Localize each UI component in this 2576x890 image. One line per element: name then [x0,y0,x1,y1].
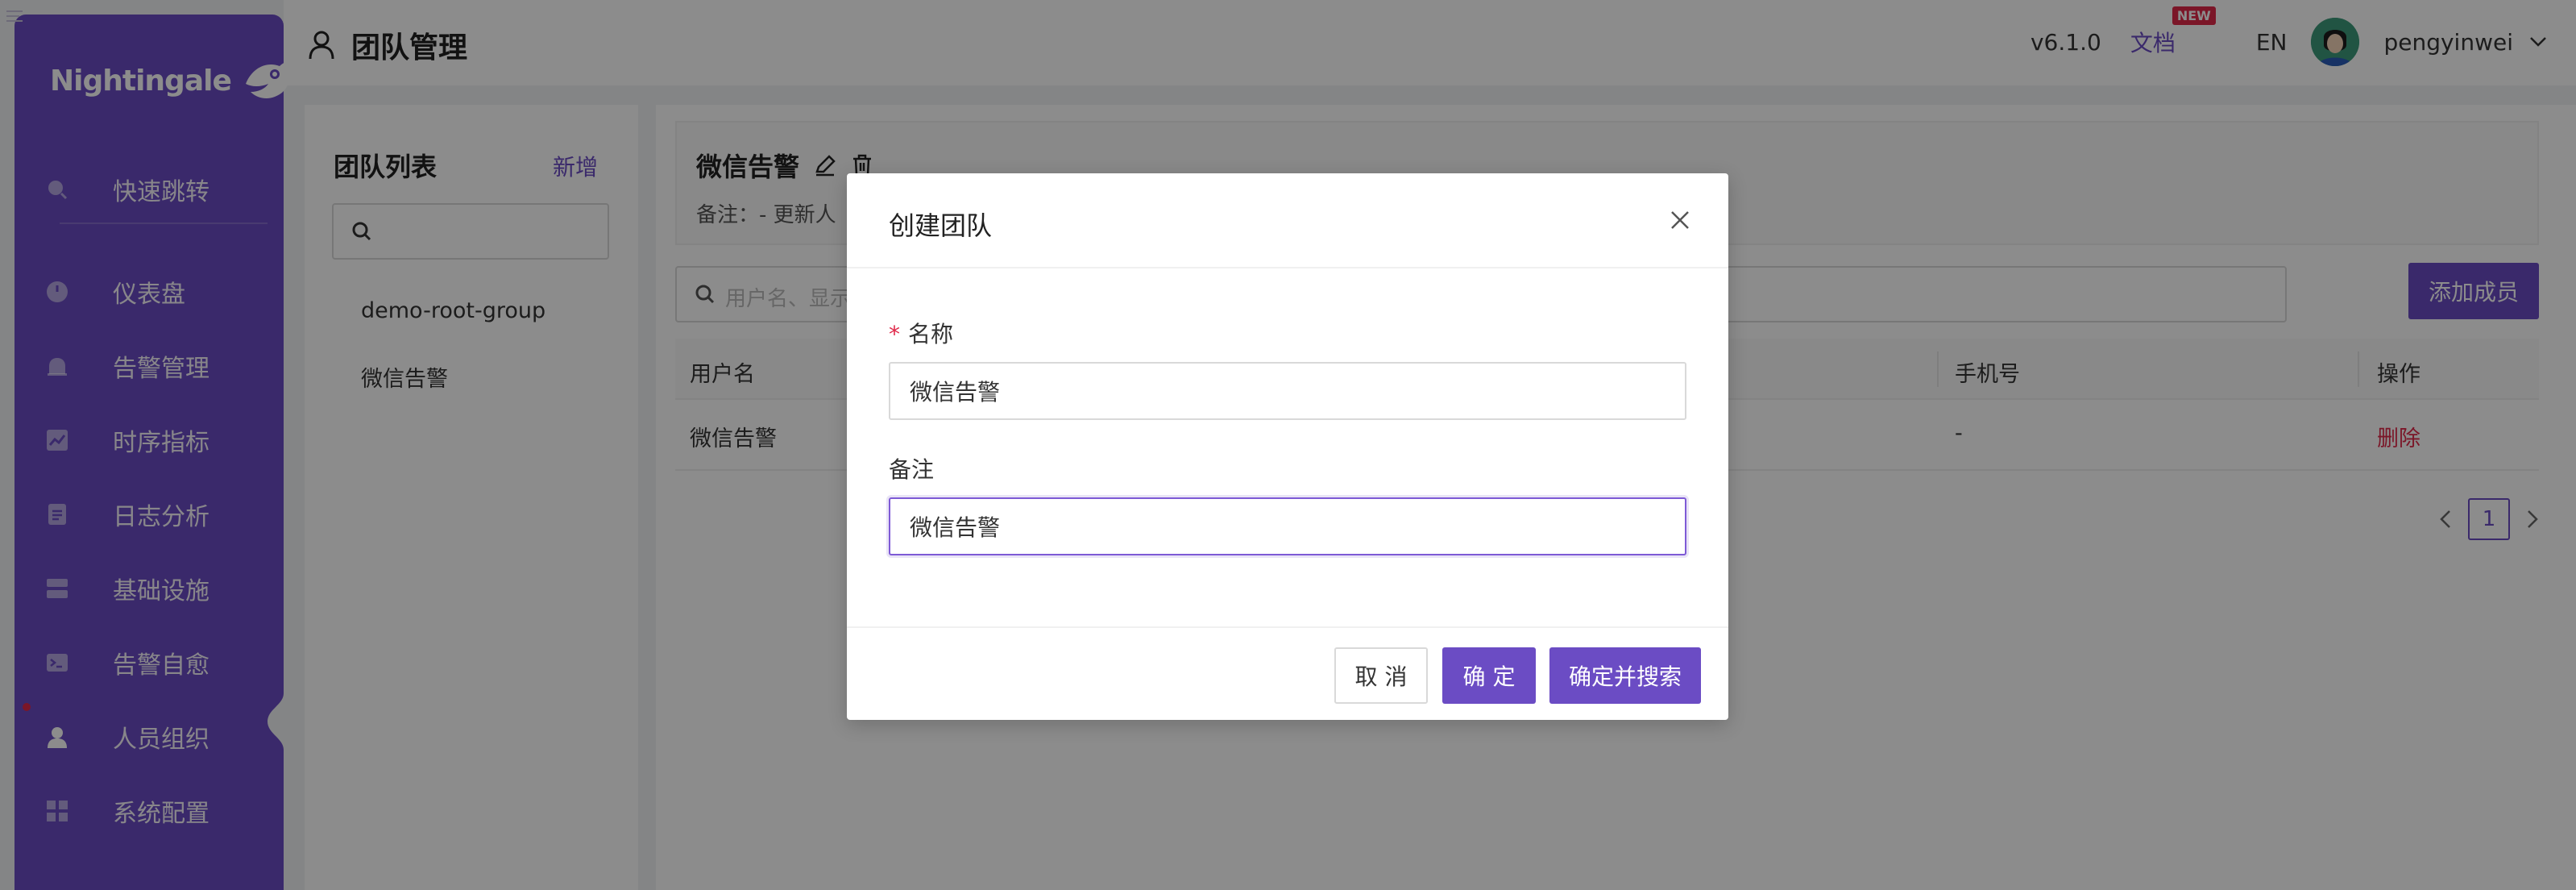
cancel-button[interactable]: 取 消 [1334,647,1428,704]
modal-title: 创建团队 [889,210,993,241]
modal-header: 创建团队 [847,173,1728,268]
note-field-label: 备注 [889,456,935,483]
note-input[interactable]: 微信告警 [889,497,1686,555]
confirm-and-search-button[interactable]: 确定并搜索 [1549,647,1701,704]
name-label-text: 名称 [908,321,954,347]
name-input[interactable]: 微信告警 [889,362,1686,420]
create-team-modal: 创建团队 * 名称 微信告警 备注 微信告警 取 消 确 定 确定并搜索 [847,173,1728,720]
required-marker: * [889,321,900,347]
name-field-label: * 名称 [889,317,953,349]
modal-footer: 取 消 确 定 确定并搜索 [847,626,1728,720]
confirm-button[interactable]: 确 定 [1442,647,1536,704]
close-icon[interactable] [1667,207,1693,233]
